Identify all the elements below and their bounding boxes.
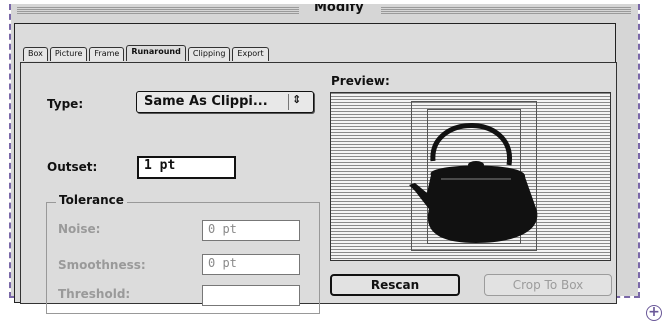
tab-clipping[interactable]: Clipping <box>187 47 231 61</box>
type-label: Type: <box>47 97 84 111</box>
smoothness-label: Smoothness: <box>58 258 146 272</box>
updown-arrows-icon: ⇕ <box>292 93 302 106</box>
outset-field[interactable]: 1 pt <box>137 156 236 179</box>
type-popup-value: Same As Clippi... <box>144 94 268 109</box>
title-bar-stripes-left <box>17 7 299 15</box>
tab-picture[interactable]: Picture <box>49 47 88 61</box>
outset-label: Outset: <box>47 160 98 174</box>
preview-pane <box>330 92 611 261</box>
tolerance-title: Tolerance <box>56 193 127 207</box>
tab-box[interactable]: Box <box>23 47 48 61</box>
noise-label: Noise: <box>58 222 101 236</box>
type-popup-divider <box>288 94 289 110</box>
title-bar[interactable]: Modify <box>11 4 638 18</box>
type-popup[interactable]: Same As Clippi... ⇕ <box>136 91 314 113</box>
smoothness-field[interactable]: 0 pt <box>202 254 300 275</box>
tab-runaround[interactable]: Runaround <box>126 45 186 61</box>
rescan-button[interactable]: Rescan <box>330 274 460 296</box>
threshold-field[interactable] <box>202 285 300 306</box>
window-title: Modify <box>308 4 370 15</box>
tab-bar: Box Picture Frame Runaround Clipping Exp… <box>23 45 269 63</box>
tab-frame[interactable]: Frame <box>89 47 125 61</box>
preview-label: Preview: <box>331 74 390 88</box>
zoom-in-icon[interactable]: + <box>646 305 662 321</box>
teapot-icon <box>409 123 538 243</box>
threshold-label: Threshold: <box>58 287 131 301</box>
smoothness-value: 0 pt <box>208 256 237 270</box>
noise-field[interactable]: 0 pt <box>202 220 300 241</box>
noise-value: 0 pt <box>208 222 237 236</box>
outset-value: 1 pt <box>144 158 176 173</box>
crop-to-box-button[interactable]: Crop To Box <box>484 274 612 296</box>
tab-export[interactable]: Export <box>232 47 269 61</box>
title-bar-stripes-right <box>381 7 631 15</box>
